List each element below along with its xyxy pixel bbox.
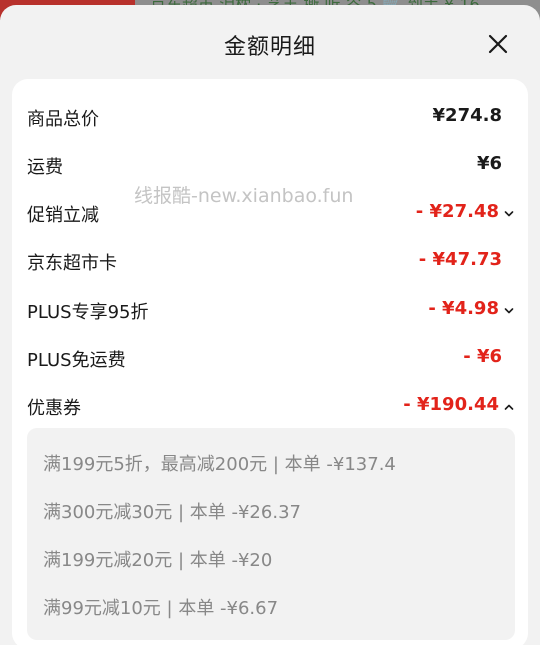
row-coupon[interactable]: 优惠券 - ¥190.44 bbox=[12, 382, 528, 430]
row-label: 京东超市卡 bbox=[27, 253, 117, 274]
row-supermarket-card: 京东超市卡 - ¥47.73 bbox=[12, 237, 528, 285]
row-plus-95-discount[interactable]: PLUS专享95折 - ¥4.98 bbox=[12, 286, 528, 334]
coupon-item: 满300元减30元 | 本单 -¥26.37 bbox=[43, 502, 301, 523]
row-value: - ¥190.44 bbox=[403, 394, 499, 415]
chevron-up-icon[interactable] bbox=[503, 401, 515, 413]
row-promo-discount[interactable]: 促销立减 - ¥27.48 bbox=[12, 189, 528, 237]
close-icon bbox=[488, 34, 508, 54]
coupon-item: 满99元减10元 | 本单 -¥6.67 bbox=[43, 598, 279, 619]
row-value: - ¥47.73 bbox=[418, 249, 502, 270]
coupon-item: 满199元减20元 | 本单 -¥20 bbox=[43, 550, 273, 571]
row-shipping: 运费 ¥6 bbox=[12, 141, 528, 189]
sheet-title: 金额明细 bbox=[223, 35, 316, 60]
chevron-down-icon[interactable] bbox=[503, 208, 515, 220]
row-label: 运费 bbox=[27, 157, 63, 178]
amount-detail-sheet: 金额明细 商品总价 ¥274.8 运费 ¥6 促销立减 - ¥27.48 京东超… bbox=[0, 5, 540, 645]
amount-card: 商品总价 ¥274.8 运费 ¥6 促销立减 - ¥27.48 京东超市卡 - … bbox=[12, 79, 528, 645]
row-label: 优惠券 bbox=[27, 398, 81, 419]
chevron-down-icon[interactable] bbox=[503, 305, 515, 317]
row-goods-total: 商品总价 ¥274.8 bbox=[12, 93, 528, 141]
row-label: 商品总价 bbox=[27, 109, 99, 130]
row-value: - ¥27.48 bbox=[415, 201, 499, 222]
row-value: ¥274.8 bbox=[432, 105, 502, 126]
row-plus-free-shipping: PLUS免运费 - ¥6 bbox=[12, 334, 528, 382]
row-label: PLUS免运费 bbox=[27, 350, 126, 371]
coupon-detail-list: 满199元5折，最高减200元 | 本单 -¥137.4 满300元减30元 |… bbox=[27, 428, 515, 640]
row-value: ¥6 bbox=[476, 153, 502, 174]
row-value: - ¥6 bbox=[463, 346, 502, 367]
close-button[interactable] bbox=[484, 30, 512, 58]
row-value: - ¥4.98 bbox=[428, 298, 499, 319]
row-label: PLUS专享95折 bbox=[27, 302, 149, 323]
coupon-item: 满199元5折，最高减200元 | 本单 -¥137.4 bbox=[43, 454, 396, 475]
row-label: 促销立减 bbox=[27, 205, 99, 226]
